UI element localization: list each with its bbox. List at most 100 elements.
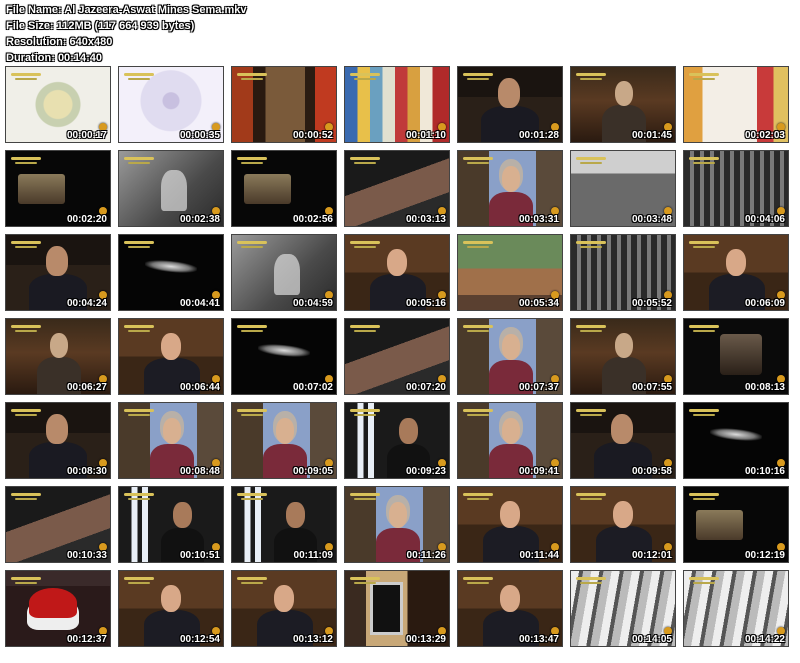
timestamp-label: 00:07:02	[292, 382, 333, 393]
video-thumbnail: 00:07:55	[570, 318, 676, 395]
channel-title-overlay-icon	[237, 157, 271, 167]
channel-title-overlay-icon	[11, 325, 45, 335]
channel-title-overlay-icon	[463, 409, 497, 419]
timestamp-label: 00:09:41	[518, 466, 559, 477]
channel-title-overlay-icon	[11, 409, 45, 419]
video-thumbnail: 00:04:06	[683, 150, 789, 227]
video-thumbnail: 00:06:27	[5, 318, 111, 395]
video-thumbnail: 00:10:33	[5, 486, 111, 563]
timestamp-label: 00:10:33	[66, 550, 107, 561]
timestamp-label: 00:05:16	[405, 298, 446, 309]
timestamp-label: 00:04:24	[66, 298, 107, 309]
channel-title-overlay-icon	[463, 577, 497, 587]
channel-title-overlay-icon	[237, 73, 271, 83]
timestamp-label: 00:12:37	[66, 634, 107, 645]
channel-title-overlay-icon	[124, 409, 158, 419]
timestamp-label: 00:10:51	[179, 550, 220, 561]
channel-title-overlay-icon	[576, 325, 610, 335]
timestamp-label: 00:06:09	[744, 298, 785, 309]
channel-title-overlay-icon	[350, 325, 384, 335]
video-thumbnail: 00:12:19	[683, 486, 789, 563]
video-thumbnail: 00:10:16	[683, 402, 789, 479]
channel-title-overlay-icon	[11, 73, 45, 83]
channel-title-overlay-icon	[350, 157, 384, 167]
timestamp-label: 00:14:05	[631, 634, 672, 645]
video-thumbnail: 00:04:24	[5, 234, 111, 311]
video-thumbnail: 00:06:44	[118, 318, 224, 395]
video-thumbnail: 00:08:30	[5, 402, 111, 479]
video-thumbnail: 00:08:13	[683, 318, 789, 395]
video-thumbnail: 00:13:12	[231, 570, 337, 647]
timestamp-label: 00:08:30	[66, 466, 107, 477]
channel-title-overlay-icon	[463, 493, 497, 503]
timestamp-label: 00:07:20	[405, 382, 446, 393]
channel-title-overlay-icon	[576, 409, 610, 419]
timestamp-label: 00:04:41	[179, 298, 220, 309]
timestamp-label: 00:02:38	[179, 214, 220, 225]
timestamp-label: 00:03:31	[518, 214, 559, 225]
timestamp-label: 00:06:27	[66, 382, 107, 393]
channel-title-overlay-icon	[463, 73, 497, 83]
timestamp-label: 00:01:10	[405, 130, 446, 141]
video-thumbnail: 00:11:44	[457, 486, 563, 563]
video-thumbnail: 00:13:29	[344, 570, 450, 647]
video-thumbnail: 00:09:41	[457, 402, 563, 479]
channel-title-overlay-icon	[350, 241, 384, 251]
timestamp-label: 00:11:44	[519, 550, 559, 561]
channel-title-overlay-icon	[689, 241, 723, 251]
video-thumbnail: 00:11:09	[231, 486, 337, 563]
video-thumbnail: 00:09:23	[344, 402, 450, 479]
video-thumbnail: 00:00:35	[118, 66, 224, 143]
timestamp-label: 00:07:37	[518, 382, 559, 393]
timestamp-label: 00:08:13	[744, 382, 785, 393]
timestamp-label: 00:07:55	[631, 382, 672, 393]
timestamp-label: 00:01:45	[631, 130, 672, 141]
timestamp-label: 00:08:48	[179, 466, 220, 477]
channel-title-overlay-icon	[124, 157, 158, 167]
video-thumbnail: 00:02:38	[118, 150, 224, 227]
timestamp-label: 00:04:59	[292, 298, 333, 309]
channel-title-overlay-icon	[463, 157, 497, 167]
video-thumbnail: 00:06:09	[683, 234, 789, 311]
video-thumbnail: 00:07:02	[231, 318, 337, 395]
timestamp-label: 00:09:05	[292, 466, 333, 477]
channel-title-overlay-icon	[689, 577, 723, 587]
video-thumbnail: 00:01:10	[344, 66, 450, 143]
channel-title-overlay-icon	[576, 577, 610, 587]
video-thumbnail: 00:03:31	[457, 150, 563, 227]
timestamp-label: 00:00:17	[66, 130, 107, 141]
timestamp-label: 00:11:26	[406, 550, 446, 561]
video-thumbnail: 00:05:52	[570, 234, 676, 311]
timestamp-label: 00:10:16	[744, 466, 785, 477]
file-info-header: File Name: Al Jazeera-Aswat Mines Sema.m…	[6, 2, 246, 66]
video-thumbnail: 00:14:05	[570, 570, 676, 647]
channel-title-overlay-icon	[124, 325, 158, 335]
timestamp-label: 00:06:44	[179, 382, 220, 393]
channel-title-overlay-icon	[463, 241, 497, 251]
timestamp-label: 00:00:35	[179, 130, 220, 141]
channel-title-overlay-icon	[11, 577, 45, 587]
channel-title-overlay-icon	[689, 493, 723, 503]
video-thumbnail: 00:11:26	[344, 486, 450, 563]
channel-title-overlay-icon	[237, 577, 271, 587]
channel-title-overlay-icon	[576, 493, 610, 503]
timestamp-label: 00:13:47	[518, 634, 559, 645]
channel-title-overlay-icon	[237, 241, 271, 251]
channel-title-overlay-icon	[350, 73, 384, 83]
video-thumbnail: 00:03:48	[570, 150, 676, 227]
timestamp-label: 00:14:22	[744, 634, 785, 645]
video-thumbnail: 00:05:34	[457, 234, 563, 311]
timestamp-label: 00:03:48	[631, 214, 672, 225]
channel-title-overlay-icon	[237, 325, 271, 335]
video-thumbnail: 00:14:22	[683, 570, 789, 647]
video-thumbnail: 00:04:59	[231, 234, 337, 311]
timestamp-label: 00:09:23	[405, 466, 446, 477]
timestamp-label: 00:01:28	[518, 130, 559, 141]
video-thumbnail: 00:02:56	[231, 150, 337, 227]
video-thumbnail: 00:10:51	[118, 486, 224, 563]
timestamp-label: 00:11:09	[293, 550, 333, 561]
channel-title-overlay-icon	[237, 493, 271, 503]
timestamp-label: 00:02:03	[744, 130, 785, 141]
video-thumbnail: 00:08:48	[118, 402, 224, 479]
video-thumbnail: 00:12:54	[118, 570, 224, 647]
